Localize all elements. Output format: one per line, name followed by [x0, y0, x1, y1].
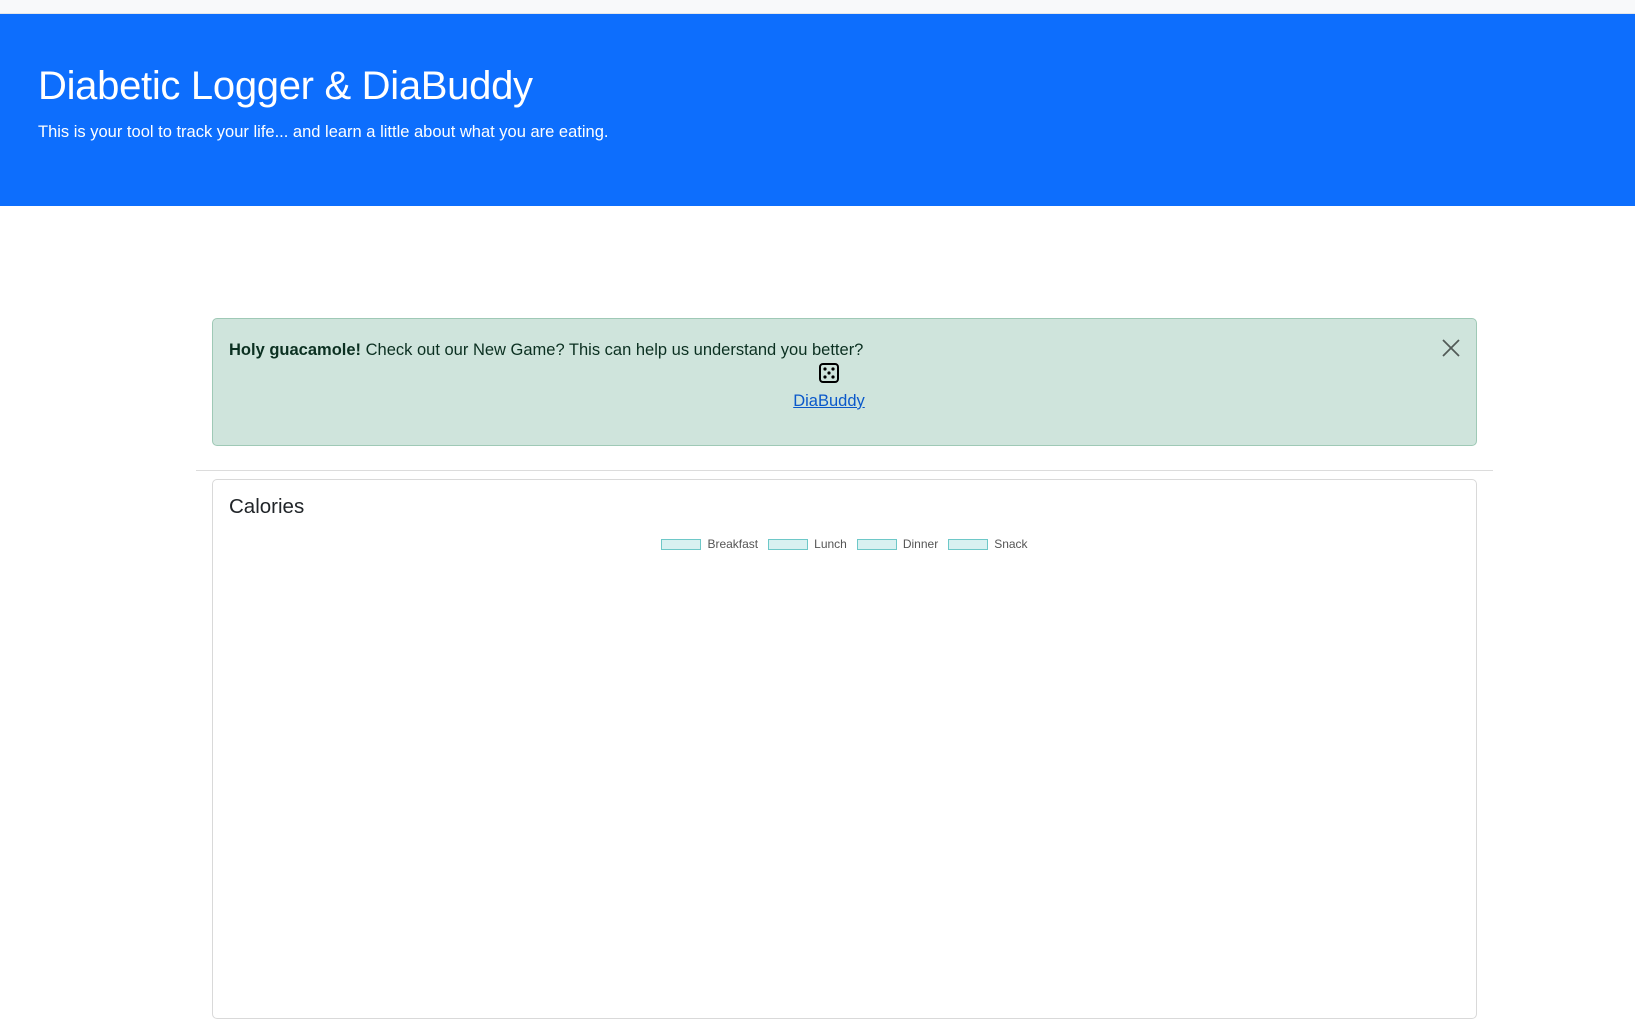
legend-item-dinner[interactable]: Dinner	[856, 537, 939, 551]
calories-title: Calories	[229, 495, 305, 518]
page-subtitle: This is your tool to track your life... …	[38, 123, 609, 141]
legend-item-breakfast[interactable]: Breakfast	[661, 537, 758, 551]
calories-chart-area	[229, 570, 1460, 1000]
section-divider	[196, 470, 1493, 471]
legend-label: Snack	[994, 537, 1028, 551]
legend-label: Lunch	[814, 537, 847, 551]
legend-swatch	[856, 538, 897, 550]
alert-heading: Holy guacamole!	[229, 341, 362, 359]
game-alert: Holy guacamole! Check out our New Game? …	[212, 318, 1477, 446]
diabuddy-link[interactable]: DiaBuddy	[764, 389, 894, 414]
alert-message: Holy guacamole! Check out our New Game? …	[229, 338, 863, 363]
legend-label: Breakfast	[707, 537, 759, 551]
legend-label: Dinner	[902, 537, 939, 551]
page-title: Diabetic Logger & DiaBuddy	[38, 64, 533, 108]
legend-item-lunch[interactable]: Lunch	[768, 537, 847, 551]
close-icon[interactable]	[1440, 337, 1462, 359]
browser-top-strip	[0, 0, 1635, 14]
calories-card: Calories Breakfast Lunch Dinner Snack	[212, 479, 1477, 1019]
legend-swatch	[661, 538, 702, 550]
chart-legend: Breakfast Lunch Dinner Snack	[213, 537, 1476, 551]
alert-body: Check out our New Game? This can help us…	[361, 341, 864, 359]
legend-item-snack[interactable]: Snack	[948, 537, 1028, 551]
dice-five-icon	[818, 362, 840, 384]
legend-swatch	[768, 538, 809, 550]
hero-banner: Diabetic Logger & DiaBuddy This is your …	[0, 14, 1635, 206]
legend-swatch	[948, 538, 989, 550]
